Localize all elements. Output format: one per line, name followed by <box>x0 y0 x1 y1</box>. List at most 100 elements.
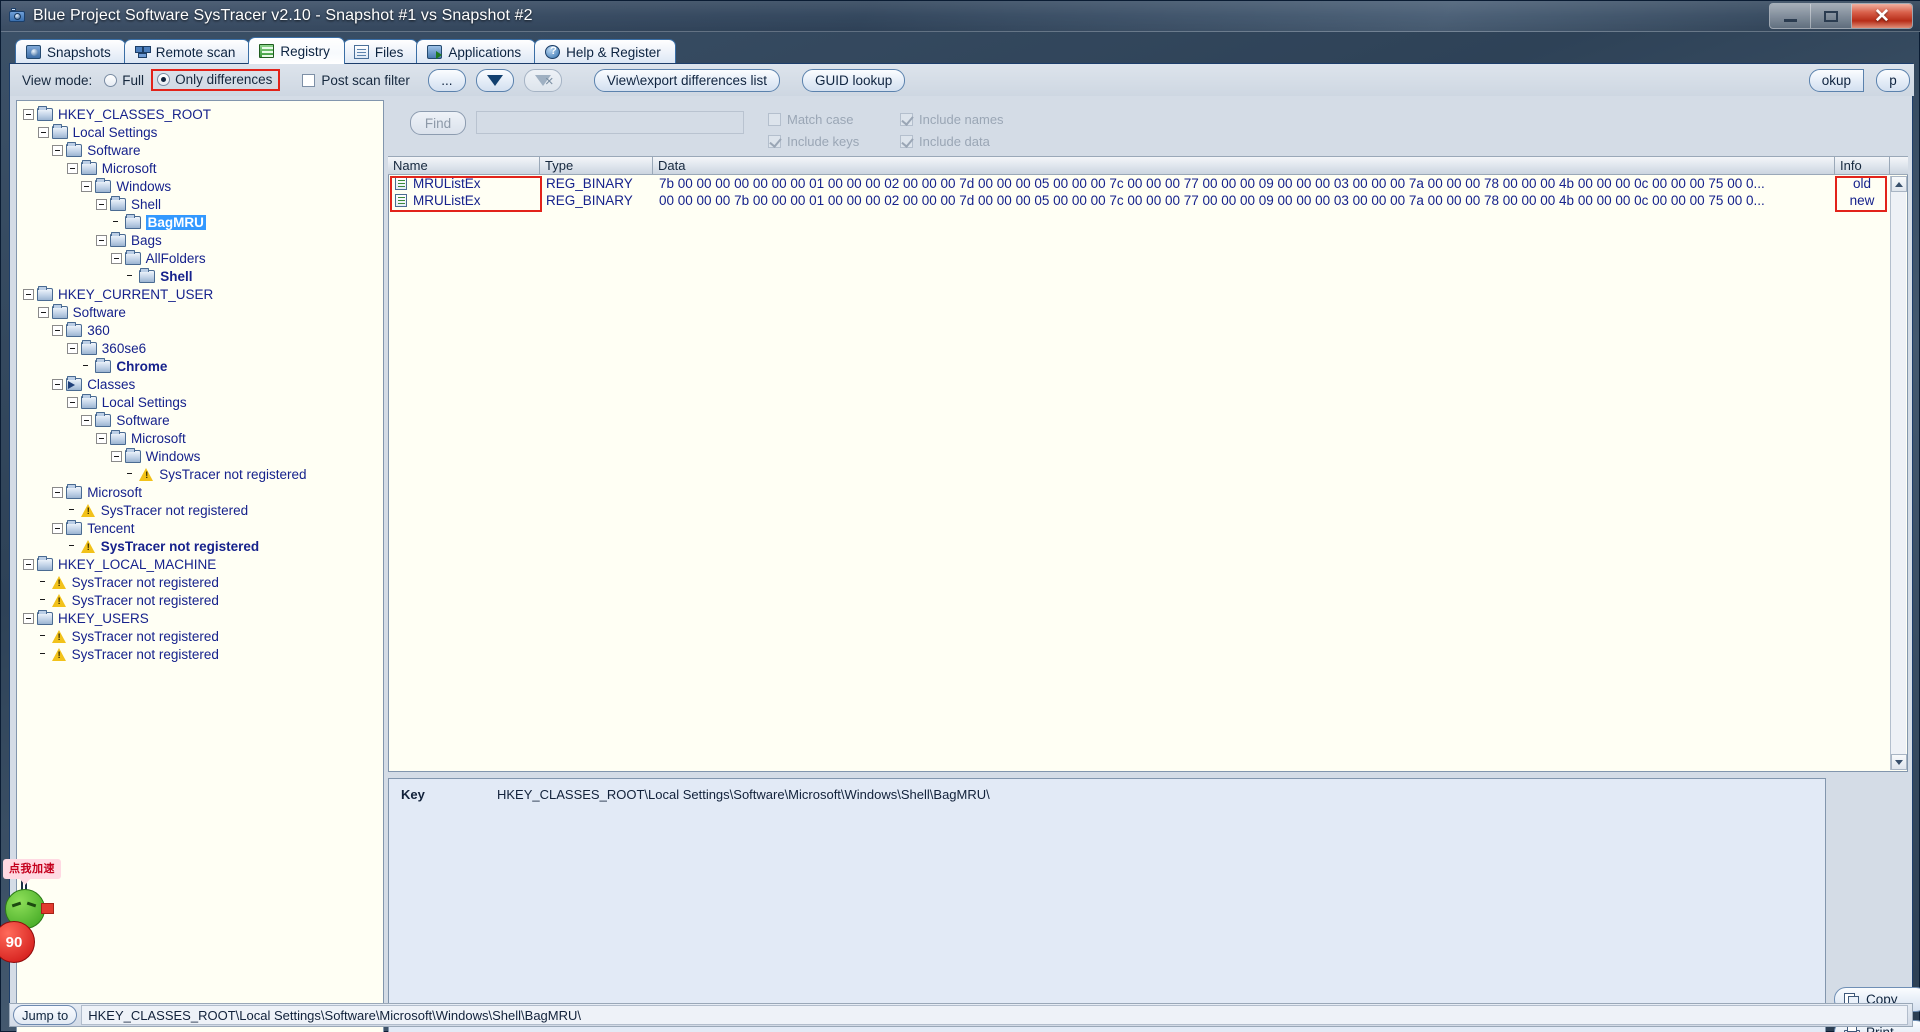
tree-node[interactable]: 360se6 <box>17 339 383 357</box>
tree-node[interactable]: HKEY_CURRENT_USER <box>17 285 383 303</box>
column-header-info[interactable]: Info <box>1835 157 1890 174</box>
clear-filter-button[interactable] <box>523 68 562 92</box>
match-case-checkbox[interactable]: Match case <box>768 112 853 127</box>
tree-node[interactable]: SysTracer not registered <box>17 465 383 483</box>
guid-lookup-button[interactable]: GUID lookup <box>802 68 906 92</box>
registry-tree-panel[interactable]: HKEY_CLASSES_ROOT Local Settings Software M… <box>16 100 384 1032</box>
radio-full[interactable]: Full <box>104 73 144 88</box>
expander-minus-icon[interactable] <box>110 450 122 462</box>
expander-minus-icon[interactable] <box>66 342 78 354</box>
tree-node[interactable]: SysTracer not registered <box>17 645 383 663</box>
expander-minus-icon[interactable] <box>23 288 34 300</box>
accelerator-mascot[interactable]: 点我加速 90 <box>0 859 65 971</box>
list-vertical-scrollbar[interactable] <box>1890 176 1907 770</box>
expander-minus-icon[interactable] <box>37 126 49 138</box>
tab-applications[interactable]: Applications <box>416 39 537 64</box>
column-header-data[interactable]: Data <box>653 157 1835 174</box>
ellipsis-button[interactable]: ... <box>427 68 466 92</box>
tab-help-register[interactable]: Help & Register <box>534 39 676 64</box>
include-names-checkbox[interactable]: Include names <box>900 112 1004 127</box>
expander-minus-icon[interactable] <box>96 234 107 246</box>
tree-leaf-spacer <box>38 595 49 606</box>
scroll-down-button[interactable] <box>1891 754 1907 770</box>
tab-files[interactable]: Files <box>342 39 419 64</box>
tree-node[interactable]: AllFolders <box>17 249 383 267</box>
tab-remote-scan[interactable]: Remote scan <box>123 39 251 64</box>
table-row[interactable]: MRUListEx REG_BINARY 7b 00 00 00 00 00 00 … <box>389 175 1907 192</box>
list-column-headers[interactable]: Name Type Data Info <box>388 156 1908 175</box>
tree-node[interactable]: HKEY_LOCAL_MACHINE <box>17 555 383 573</box>
tree-node[interactable]: Shell <box>17 267 383 285</box>
tree-node[interactable]: SysTracer not registered <box>17 501 383 519</box>
view-mode-toolbar: View mode: Full Only differences Post sc… <box>10 64 1914 96</box>
tree-node[interactable]: HKEY_USERS <box>17 609 383 627</box>
tree-node[interactable]: BagMRU <box>17 213 383 231</box>
tree-node[interactable]: SysTracer not registered <box>17 591 383 609</box>
tree-leaf-spacer <box>67 541 78 552</box>
radio-only-differences[interactable]: Only differences <box>157 72 272 87</box>
tree-node[interactable]: 360 <box>17 321 383 339</box>
expander-minus-icon[interactable] <box>81 180 93 192</box>
tree-node[interactable]: SysTracer not registered <box>17 573 383 591</box>
tree-node[interactable]: SysTracer not registered <box>17 627 383 645</box>
column-header-type[interactable]: Type <box>540 157 653 174</box>
tree-node[interactable]: Chrome <box>17 357 383 375</box>
minimize-button[interactable] <box>1770 4 1811 28</box>
expander-minus-icon[interactable] <box>110 252 122 264</box>
include-data-checkbox[interactable]: Include data <box>900 134 990 149</box>
expander-minus-icon[interactable] <box>52 324 64 336</box>
expander-minus-icon[interactable] <box>52 144 64 156</box>
expander-minus-icon[interactable] <box>81 414 93 426</box>
expander-minus-icon[interactable] <box>52 522 64 534</box>
tree-node[interactable]: Tencent <box>17 519 383 537</box>
expander-minus-icon[interactable] <box>52 486 64 498</box>
tab-registry[interactable]: Registry <box>248 37 345 64</box>
maximize-button[interactable] <box>1811 4 1852 28</box>
close-button[interactable]: ✕ <box>1852 4 1912 28</box>
tree-node[interactable]: Software <box>17 303 383 321</box>
expander-minus-icon[interactable] <box>96 198 107 210</box>
find-input[interactable] <box>476 111 744 134</box>
filter-button[interactable] <box>475 68 514 92</box>
expander-minus-icon[interactable] <box>23 108 34 120</box>
expander-minus-icon[interactable] <box>66 162 78 174</box>
tree-node[interactable]: Windows <box>17 447 383 465</box>
tree-node[interactable]: HKEY_CLASSES_ROOT <box>17 105 383 123</box>
include-keys-checkbox[interactable]: Include keys <box>768 134 859 149</box>
expander-minus-icon[interactable] <box>23 558 34 570</box>
tree-node[interactable]: Microsoft <box>17 159 383 177</box>
tree-node[interactable]: Local Settings <box>17 123 383 141</box>
expander-minus-icon[interactable] <box>37 306 49 318</box>
tree-node[interactable]: Microsoft <box>17 429 383 447</box>
tree-node[interactable]: Microsoft <box>17 483 383 501</box>
tree-node[interactable]: Classes <box>17 375 383 393</box>
tree-leaf-spacer <box>38 649 49 660</box>
expander-minus-icon[interactable] <box>52 378 64 390</box>
caret-up-icon <box>1895 181 1903 187</box>
view-export-differences-button[interactable]: View\export differences list <box>593 68 781 92</box>
tree-node[interactable]: SysTracer not registered <box>17 537 383 555</box>
tree-node-label: SysTracer not registered <box>71 574 219 590</box>
clipped-guid-lookup-button[interactable]: okup <box>1808 69 1864 92</box>
jump-to-button[interactable]: Jump to <box>13 1005 78 1025</box>
table-row[interactable]: MRUListEx REG_BINARY 00 00 00 00 7b 00 00 … <box>389 192 1907 209</box>
radio-full-label: Full <box>122 72 145 88</box>
expander-minus-icon[interactable] <box>23 612 34 624</box>
tree-node[interactable]: Shell <box>17 195 383 213</box>
status-path[interactable]: HKEY_CLASSES_ROOT\Local Settings\Softwar… <box>81 1005 1908 1025</box>
tree-node[interactable]: Local Settings <box>17 393 383 411</box>
tree-node[interactable]: Bags <box>17 231 383 249</box>
tree-node[interactable]: Software <box>17 411 383 429</box>
expander-minus-icon[interactable] <box>66 396 78 408</box>
tab-snapshots[interactable]: Snapshots <box>15 39 126 64</box>
clipped-button-2[interactable]: p <box>1876 69 1910 92</box>
tree-node[interactable]: Windows <box>17 177 383 195</box>
tree-leaf-spacer <box>38 577 49 588</box>
column-header-name[interactable]: Name <box>388 157 540 174</box>
post-scan-filter-checkbox[interactable]: Post scan filter <box>302 73 410 88</box>
registry-values-list[interactable]: MRUListEx REG_BINARY 7b 00 00 00 00 00 00 … <box>388 175 1908 772</box>
scroll-up-button[interactable] <box>1891 176 1907 192</box>
expander-minus-icon[interactable] <box>96 432 107 444</box>
tree-node[interactable]: Software <box>17 141 383 159</box>
find-button[interactable]: Find <box>410 111 466 135</box>
